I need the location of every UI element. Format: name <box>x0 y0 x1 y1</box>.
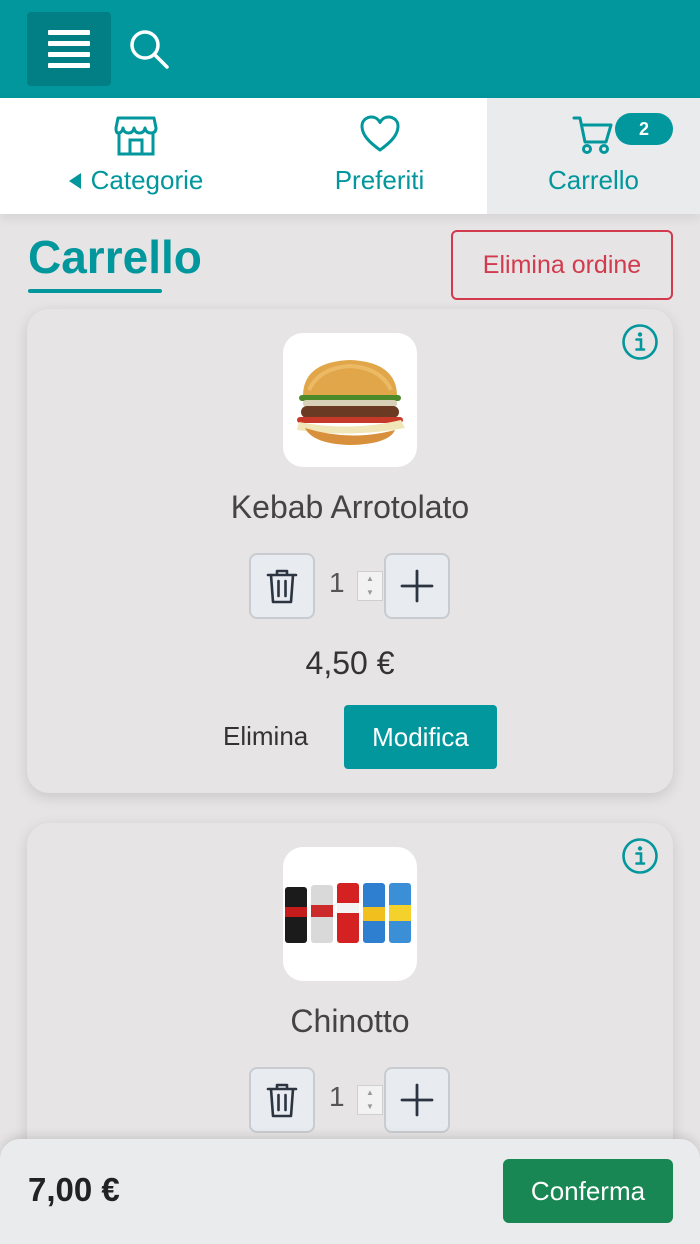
plus-icon <box>400 569 434 603</box>
product-image <box>283 847 417 981</box>
cart-item-card: Kebab Arrotolato 1 ▲ ▼ 4,50 € Elimina Mod… <box>27 309 673 793</box>
cart-item-card: Chinotto 1 ▲ ▼ <box>27 823 673 1163</box>
remove-one-button[interactable] <box>249 1067 315 1133</box>
quantity-spinner[interactable]: ▲ ▼ <box>357 571 383 601</box>
add-one-button[interactable] <box>384 1067 450 1133</box>
confirm-button[interactable]: Conferma <box>503 1159 673 1223</box>
page-title: Carrello <box>28 231 202 283</box>
remove-one-button[interactable] <box>249 553 315 619</box>
trash-icon <box>266 1083 298 1118</box>
product-image <box>283 333 417 467</box>
add-one-button[interactable] <box>384 553 450 619</box>
quantity-stepper: 1 ▲ ▼ <box>249 1067 451 1133</box>
product-name: Chinotto <box>290 1003 410 1039</box>
search-button[interactable] <box>126 26 172 72</box>
nav-tabs: Categorie Preferiti 2 Carrello <box>0 98 700 214</box>
title-underline <box>28 289 162 293</box>
menu-button[interactable] <box>27 12 111 86</box>
product-name: Kebab Arrotolato <box>230 489 470 525</box>
tab-cart[interactable]: 2 Carrello <box>487 98 700 214</box>
quantity-stepper: 1 ▲ ▼ <box>249 553 451 619</box>
search-icon <box>130 30 169 69</box>
store-icon <box>114 116 158 156</box>
cans-image <box>285 883 411 943</box>
delete-order-button[interactable]: Elimina ordine <box>451 230 673 300</box>
tab-categories[interactable]: Categorie <box>0 98 272 214</box>
quantity-value[interactable]: 1 <box>329 567 345 599</box>
checkout-bar: 7,00 € Conferma <box>0 1139 700 1244</box>
info-icon[interactable] <box>621 323 659 361</box>
tab-favorites-label: Preferiti <box>334 165 425 195</box>
burger-image <box>297 360 405 445</box>
remove-item-link[interactable]: Elimina <box>223 721 308 752</box>
heart-icon <box>360 115 399 152</box>
info-icon[interactable] <box>621 837 659 875</box>
tab-categories-label: Categorie <box>68 165 203 196</box>
chevron-left-icon <box>68 172 81 189</box>
product-price: 4,50 € <box>305 645 395 681</box>
hamburger-icon <box>48 30 90 68</box>
cart-icon <box>572 116 613 154</box>
plus-icon <box>400 1083 434 1117</box>
order-total: 7,00 € <box>28 1171 120 1208</box>
trash-icon <box>266 569 298 604</box>
cart-count-badge: 2 <box>615 113 673 145</box>
edit-item-button[interactable]: Modifica <box>344 705 497 769</box>
tab-cart-label: Carrello <box>547 165 640 195</box>
tab-favorites[interactable]: Preferiti <box>272 98 487 214</box>
quantity-value[interactable]: 1 <box>329 1081 345 1113</box>
top-bar <box>0 0 700 98</box>
quantity-spinner[interactable]: ▲ ▼ <box>357 1085 383 1115</box>
